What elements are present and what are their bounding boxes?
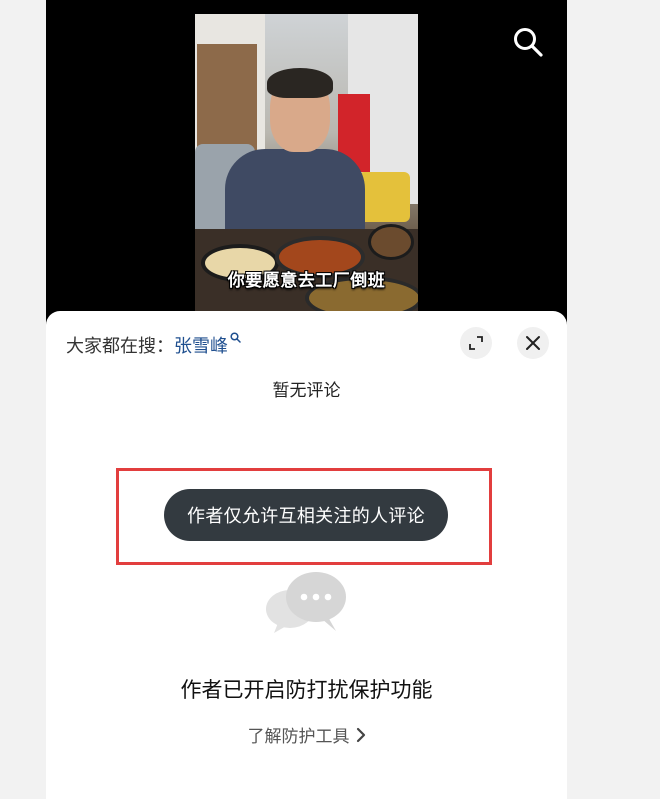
hot-search-bar[interactable]: 大家都在搜：张雪峰 — [66, 332, 241, 358]
close-icon — [526, 336, 540, 350]
search-small-icon — [230, 332, 241, 346]
close-button[interactable] — [517, 327, 549, 359]
comment-sheet: 大家都在搜：张雪峰 暂无评论 作者仅允许互相关注的人评论 作者已开启防打扰保护功… — [46, 311, 567, 799]
expand-icon — [469, 336, 483, 350]
learn-protection-tools-link[interactable]: 了解防护工具 — [46, 722, 567, 748]
learn-protection-tools-label: 了解防护工具 — [247, 727, 350, 747]
no-comment-label: 暂无评论 — [272, 381, 341, 401]
video-scene-dish — [368, 224, 414, 260]
hot-search-term[interactable]: 张雪峰 — [174, 336, 228, 357]
video-scene-person-hair — [267, 68, 333, 98]
chat-bubbles-icon — [264, 569, 348, 639]
video-scene-chair — [358, 172, 410, 222]
search-button[interactable] — [512, 26, 544, 58]
hot-search-prefix: 大家都在搜： — [66, 336, 174, 357]
comment-restriction-toast: 作者仅允许互相关注的人评论 — [164, 489, 448, 541]
search-icon — [514, 28, 543, 57]
expand-button[interactable] — [460, 327, 492, 359]
video-frame[interactable]: 你要愿意去工厂倒班 — [195, 14, 418, 311]
chevron-right-icon — [356, 727, 366, 748]
protection-title: 作者已开启防打扰保护功能 — [180, 678, 433, 702]
video-subtitle: 你要愿意去工厂倒班 — [227, 271, 386, 291]
